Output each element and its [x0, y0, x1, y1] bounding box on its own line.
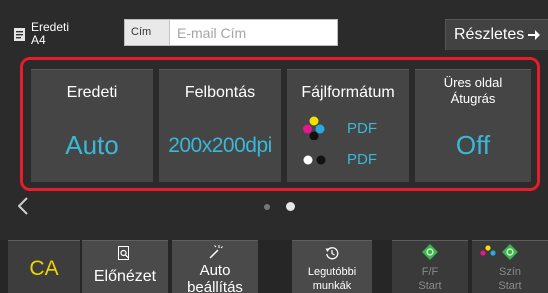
mono-mode-icon [303, 155, 326, 165]
scan-settings-panel: Eredeti Auto Felbontás 200x200dpi Fájlfo… [20, 57, 540, 191]
original-setting-card[interactable]: Eredeti Auto [31, 69, 153, 182]
auto-setting-label-line2: beállítás [187, 279, 243, 293]
recent-jobs-button[interactable]: Legutóbbi munkák [292, 240, 372, 293]
start-diamond-icon [502, 244, 518, 260]
recent-jobs-label-line2: munkák [312, 280, 352, 292]
email-address-input[interactable] [171, 20, 337, 45]
original-size: A4 [31, 33, 46, 47]
chevron-left-icon[interactable] [18, 197, 28, 215]
history-icon [325, 247, 339, 260]
arrow-right-icon [528, 30, 540, 40]
color-start-label-line1: Szín [498, 266, 521, 278]
color-start-label-line2: Start [498, 280, 522, 292]
clear-all-label: CA [29, 257, 59, 280]
magic-wand-icon [209, 245, 223, 259]
card-title-resolution: Felbontás [184, 84, 256, 101]
auto-setting-button[interactable]: Auto beállítás [172, 240, 258, 293]
format-color-value: PDF [347, 120, 377, 137]
bottom-action-bar: CA Előnézet Auto beállítás Legutóbbi mun… [0, 240, 548, 293]
page-dot-2-active[interactable] [286, 202, 295, 211]
original-setting-summary[interactable]: Eredeti A4 [31, 21, 69, 47]
card-value-resolution: 200x200dpi [168, 134, 272, 157]
preview-button[interactable]: Előnézet [82, 240, 168, 293]
card-title-blank-page-line2: Átugrás [450, 91, 496, 106]
bw-start-label-line2: Start [418, 280, 442, 292]
clear-all-button[interactable]: CA [8, 240, 80, 293]
auto-setting-label-line1: Auto [199, 262, 231, 279]
address-tag[interactable]: Cím [125, 20, 170, 45]
bw-start-button[interactable]: F/F Start [392, 240, 468, 293]
blank-page-skip-card[interactable]: Üres oldal Átugrás Off [415, 69, 531, 182]
page-dot-1[interactable] [264, 204, 270, 210]
color-start-button[interactable]: Szín Start [472, 240, 548, 293]
preview-icon [118, 246, 129, 260]
color-mode-icon [303, 116, 325, 140]
details-button[interactable]: Részletes [445, 19, 548, 50]
file-format-setting-card[interactable]: Fájlformátum PDF PDF [287, 69, 409, 182]
top-bar: Eredeti A4 Cím Részletes [0, 0, 548, 58]
resolution-setting-card[interactable]: Felbontás 200x200dpi [159, 69, 281, 182]
card-title-original: Eredeti [66, 84, 118, 101]
recent-jobs-label-line1: Legutóbbi [307, 266, 357, 278]
card-value-blank-page: Off [455, 130, 491, 160]
card-value-original: Auto [65, 130, 119, 160]
format-mono-value: PDF [347, 151, 377, 168]
start-diamond-icon [422, 244, 438, 260]
card-title-blank-page-line1: Üres oldal [443, 75, 503, 90]
address-field[interactable]: Cím [124, 19, 338, 46]
original-document-icon [14, 28, 25, 41]
card-title-file-format: Fájlformátum [301, 84, 395, 101]
preview-label: Előnézet [93, 268, 157, 285]
bw-start-label-line1: F/F [421, 266, 439, 278]
details-label: Részletes [454, 26, 525, 43]
color-dots-icon [480, 245, 496, 256]
